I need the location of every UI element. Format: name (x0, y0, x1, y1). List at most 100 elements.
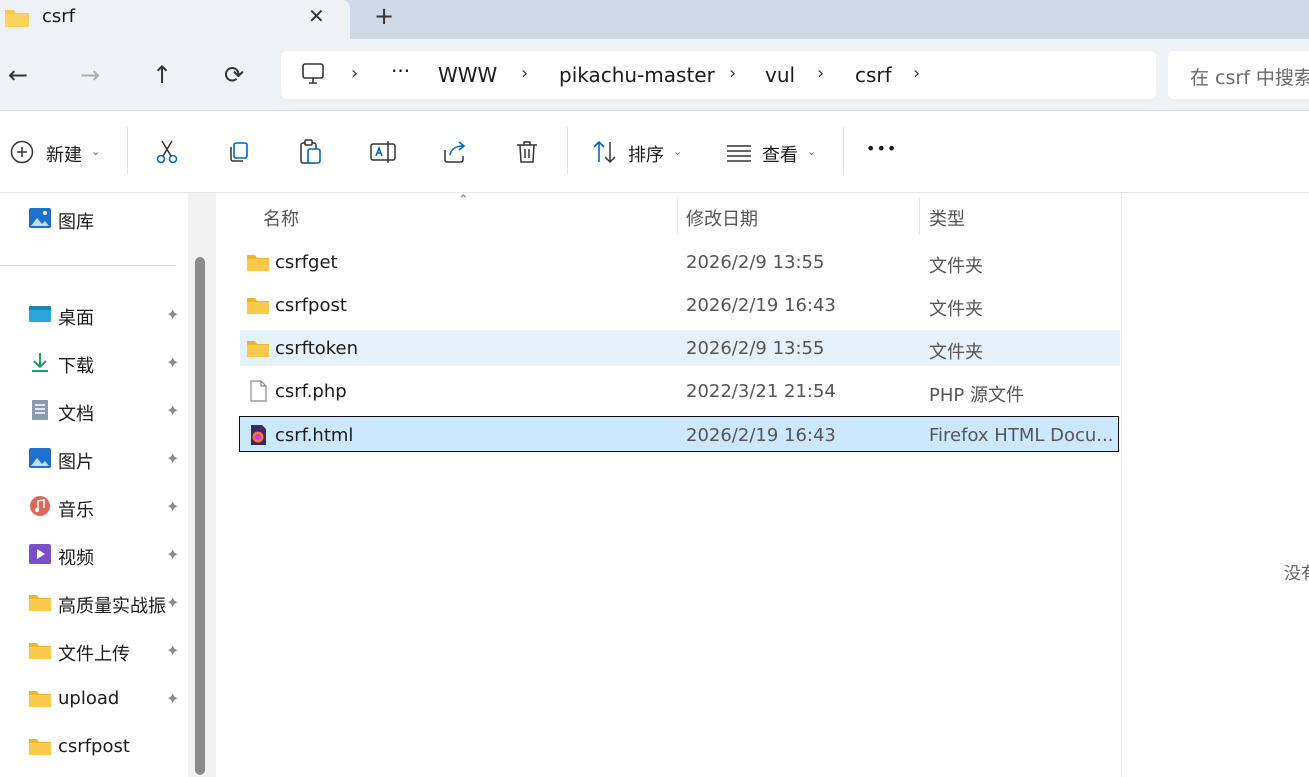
sidebar-item-videos[interactable]: 视频 ✦ (28, 537, 188, 573)
up-button[interactable]: ↑ (152, 61, 172, 89)
tab-csrf[interactable]: csrf ✕ (0, 0, 350, 39)
sort-caret-icon: ⌃ (458, 193, 469, 208)
sidebar-item-label: csrfpost (58, 736, 130, 757)
sidebar-item-downloads[interactable]: 下载 ✦ (28, 345, 188, 381)
file-row[interactable]: csrf.html 2026/2/19 16:43 Firefox HTML D… (239, 416, 1119, 452)
column-header-name[interactable]: 名称 (263, 205, 299, 231)
file-row[interactable]: csrfpost 2026/2/19 16:43 文件夹 (240, 287, 1120, 323)
navigation-pane: 图库 桌面 ✦ 下载 ✦ 文档 ✦ 图片 ✦ 音乐 ✦ 视频 ✦ 高质量实战振 … (0, 193, 188, 777)
file-name: csrfpost (275, 295, 347, 316)
file-date: 2026/2/9 13:55 (686, 252, 825, 273)
paste-icon[interactable] (296, 137, 326, 167)
breadcrumb-www[interactable]: WWW (438, 63, 497, 87)
file-type: 文件夹 (929, 299, 983, 320)
close-tab-icon[interactable]: ✕ (308, 4, 325, 28)
column-header-date[interactable]: 修改日期 (686, 205, 758, 231)
new-tab-button[interactable]: + (374, 2, 394, 30)
file-name: csrf.html (275, 425, 354, 446)
sidebar-item-folder[interactable]: upload ✦ (28, 681, 188, 717)
folder-icon (29, 595, 51, 611)
sidebar-item-label: 文档 (58, 404, 94, 425)
desktop-icon (29, 306, 51, 322)
cut-icon[interactable] (152, 137, 182, 167)
document-icon (32, 400, 48, 420)
scrollbar-thumb[interactable] (195, 257, 205, 775)
this-pc-icon (302, 63, 324, 84)
breadcrumb-separator: › (521, 63, 529, 84)
pin-icon: ✦ (166, 545, 180, 564)
sidebar-item-folder[interactable]: 高质量实战振 ✦ (28, 585, 188, 621)
sidebar-item-folder[interactable]: 文件上传 ✦ (28, 633, 188, 669)
breadcrumb-overflow[interactable]: ··· (391, 59, 410, 83)
sidebar-item-documents[interactable]: 文档 ✦ (28, 393, 188, 429)
delete-icon[interactable] (512, 137, 542, 167)
toolbar-divider (127, 127, 128, 175)
folder-icon (247, 341, 269, 357)
breadcrumb-pikachu-master[interactable]: pikachu-master (559, 63, 715, 87)
sidebar-item-label: upload (58, 688, 120, 709)
download-icon (32, 353, 48, 372)
share-icon[interactable] (440, 137, 470, 167)
sidebar-item-gallery[interactable]: 图库 (28, 201, 188, 237)
sidebar-divider (0, 265, 176, 266)
view-button[interactable]: 查看 (762, 141, 798, 167)
file-date: 2026/2/19 16:43 (686, 295, 836, 316)
new-button[interactable]: 新建 (46, 141, 82, 167)
refresh-button[interactable]: ⟳ (224, 61, 244, 89)
more-options-button[interactable]: ••• (866, 139, 897, 158)
sidebar-item-pictures[interactable]: 图片 ✦ (28, 441, 188, 477)
preview-pane: 没有 (1121, 193, 1309, 777)
rename-icon[interactable] (368, 137, 398, 167)
pictures-icon (29, 448, 51, 468)
sidebar-item-music[interactable]: 音乐 ✦ (28, 489, 188, 525)
folder-icon (29, 691, 51, 707)
tab-strip: csrf ✕ + (0, 0, 1309, 39)
folder-icon (29, 643, 51, 659)
chevron-down-icon: ⌄ (673, 145, 683, 158)
sidebar-item-desktop[interactable]: 桌面 ✦ (28, 297, 188, 333)
new-plus-icon[interactable] (8, 137, 38, 167)
sidebar-item-folder[interactable]: csrfpost (28, 729, 188, 765)
back-button[interactable]: ← (8, 61, 28, 89)
pin-icon: ✦ (166, 305, 180, 324)
folder-icon (247, 255, 269, 271)
preview-message: 没有 (1284, 564, 1309, 584)
navigation-bar: ← → ↑ ⟳ › ··· WWW › pikachu-master › vul… (0, 39, 1309, 111)
forward-button[interactable]: → (80, 61, 100, 89)
chevron-down-icon: ⌄ (807, 145, 817, 158)
folder-icon (5, 10, 29, 27)
address-bar[interactable]: › ··· WWW › pikachu-master › vul › csrf … (281, 51, 1156, 99)
breadcrumb-separator: › (351, 63, 359, 84)
sort-icon[interactable] (590, 137, 620, 167)
folder-icon (247, 298, 269, 314)
breadcrumb-vul[interactable]: vul (765, 63, 795, 87)
command-bar: 新建 ⌄ 排序 ⌄ 查看 ⌄ ••• (0, 111, 1309, 193)
file-type: PHP 源文件 (929, 385, 1024, 406)
gallery-icon (29, 208, 51, 228)
column-divider[interactable] (677, 197, 678, 235)
breadcrumb-csrf[interactable]: csrf (855, 63, 892, 87)
file-list: ⌃ 名称 修改日期 类型 csrfget 2026/2/9 13:55 文件夹 … (216, 193, 1121, 777)
file-row[interactable]: csrf.php 2022/3/21 21:54 PHP 源文件 (240, 373, 1120, 409)
sidebar-item-label: 视频 (58, 548, 94, 569)
file-row[interactable]: csrfget 2026/2/9 13:55 文件夹 (240, 244, 1120, 280)
column-header-type[interactable]: 类型 (929, 205, 965, 231)
pin-icon: ✦ (166, 641, 180, 660)
column-divider[interactable] (919, 197, 920, 235)
copy-icon[interactable] (224, 137, 254, 167)
sidebar-item-label: 图库 (58, 212, 94, 233)
file-date: 2022/3/21 21:54 (686, 381, 836, 402)
search-box[interactable]: 在 csrf 中搜索 (1168, 51, 1309, 99)
pin-icon: ✦ (166, 449, 180, 468)
breadcrumb-separator: › (913, 63, 921, 84)
file-row[interactable]: csrftoken 2026/2/9 13:55 文件夹 (240, 330, 1120, 366)
file-name: csrf.php (275, 381, 347, 402)
sort-button[interactable]: 排序 (628, 141, 664, 167)
view-icon[interactable] (724, 137, 754, 167)
toolbar-divider (843, 127, 844, 175)
breadcrumb-separator: › (817, 63, 825, 84)
sidebar-item-label: 高质量实战振 (58, 596, 166, 617)
sidebar-item-label: 下载 (58, 356, 94, 377)
pin-icon: ✦ (166, 401, 180, 420)
file-type: 文件夹 (929, 342, 983, 363)
